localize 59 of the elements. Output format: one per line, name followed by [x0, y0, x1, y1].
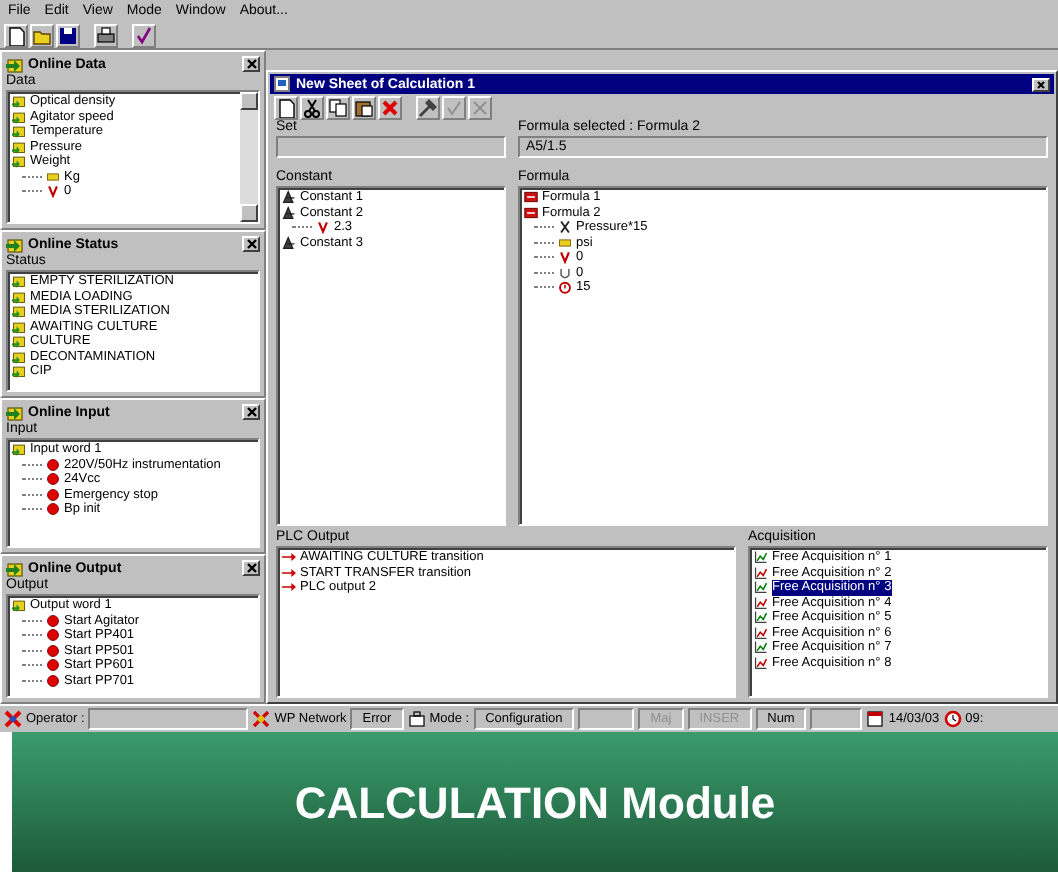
folder-icon: [12, 442, 26, 457]
panel-icon: [6, 235, 24, 253]
new-file-icon: [6, 26, 26, 46]
v-mark-icon: [558, 250, 572, 265]
mode-icon: [407, 710, 426, 728]
print-button[interactable]: [94, 24, 118, 48]
tag-icon: [46, 169, 60, 184]
cross-icon: [558, 220, 572, 235]
scissors-button[interactable]: [300, 95, 324, 119]
close-icon: [1036, 79, 1046, 89]
print-icon: [96, 26, 116, 46]
panel-icon: [6, 403, 24, 421]
sheet-icon: [274, 76, 290, 92]
status-field: [810, 708, 863, 730]
close-icon: [245, 562, 257, 574]
close-icon: [245, 238, 257, 250]
close-button[interactable]: [242, 404, 260, 420]
folder-icon: [12, 598, 26, 613]
close-button[interactable]: [242, 236, 260, 252]
open-folder-button[interactable]: [30, 24, 54, 48]
status-field: [578, 708, 635, 730]
save-icon: [58, 26, 78, 46]
paste-icon: [354, 97, 374, 117]
panel-icon: [6, 55, 24, 73]
close-icon: [245, 58, 257, 70]
scrollbar[interactable]: [240, 92, 258, 222]
scissors-icon: [302, 97, 322, 117]
calendar-icon: [866, 710, 885, 728]
alarm-icon: [558, 280, 572, 295]
check-icon: [444, 97, 464, 117]
network-icon: [252, 710, 271, 728]
check-icon: [134, 26, 154, 46]
check-button[interactable]: [132, 24, 156, 48]
tools-button[interactable]: [416, 95, 440, 119]
u-icon: [558, 265, 572, 280]
cross-button[interactable]: [468, 95, 492, 119]
copy-button[interactable]: [326, 95, 350, 119]
constant-icon: [282, 235, 296, 250]
save-button[interactable]: [56, 24, 80, 48]
tools-icon: [418, 97, 438, 117]
set-field[interactable]: [276, 136, 506, 158]
v-mark-icon: [316, 220, 330, 235]
new-file-button[interactable]: [4, 24, 28, 48]
operator-icon: [4, 710, 22, 728]
tag-icon: [558, 235, 572, 250]
close-icon: [245, 406, 257, 418]
panel-icon: [6, 559, 24, 577]
cross-icon: [470, 97, 490, 117]
new-file-button[interactable]: [274, 95, 298, 119]
copy-icon: [328, 97, 348, 117]
delete-icon: [380, 97, 400, 117]
close-button[interactable]: [242, 560, 260, 576]
open-folder-icon: [32, 26, 52, 46]
delete-button[interactable]: [378, 95, 402, 119]
paste-button[interactable]: [352, 95, 376, 119]
v-mark-icon: [46, 184, 60, 199]
close-button[interactable]: [242, 56, 260, 72]
clock-icon: [943, 710, 962, 728]
check-button[interactable]: [442, 95, 466, 119]
